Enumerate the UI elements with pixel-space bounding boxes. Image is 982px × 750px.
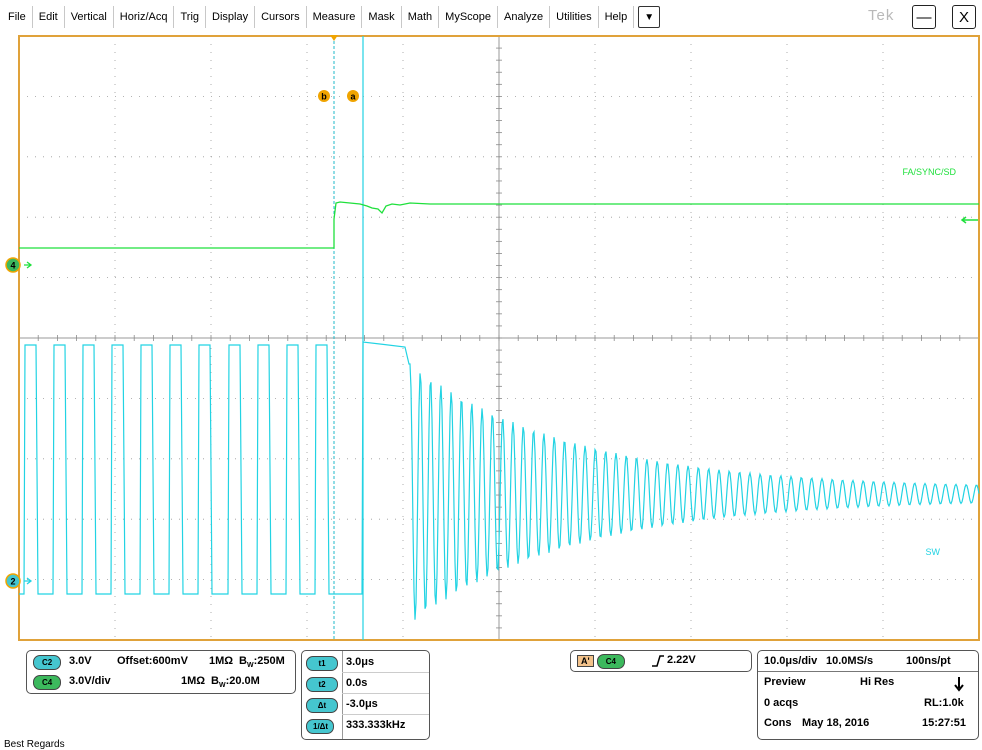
acq-time: 15:27:51 — [922, 717, 967, 729]
acq-type: Hi Res — [860, 676, 895, 688]
ch4-marker-label: 4 — [10, 261, 15, 271]
ch4-bw-prefix: B — [211, 675, 219, 687]
cursor-delta-badge[interactable]: Δt — [306, 698, 338, 713]
menu-trig[interactable]: Trig — [174, 6, 207, 28]
record-length: RL:1.0k — [924, 697, 964, 709]
menu-display[interactable]: Display — [206, 6, 256, 28]
acq-mode: Preview — [764, 676, 806, 688]
cursor-b-label: b — [321, 92, 327, 102]
trigger-mode-badge[interactable]: A' — [577, 655, 594, 667]
close-button[interactable]: X — [952, 5, 976, 29]
ch2-marker-label: 2 — [10, 577, 15, 587]
ch4-arrow-icon — [24, 261, 33, 269]
tek-logo: Tek — [868, 7, 895, 24]
cursor-inverse-delta-value: 333.333kHz — [346, 719, 406, 731]
trigger-position-icon — [330, 35, 338, 41]
menu-analyze[interactable]: Analyze — [498, 6, 551, 28]
cursor-readout-panel[interactable]: t1 3.0μs t2 0.0s Δt -3.0μs 1/Δt 333.333k… — [301, 650, 430, 740]
ch2-arrow-icon — [24, 577, 33, 585]
menu-cursors[interactable]: Cursors — [255, 6, 307, 28]
ch2-badge[interactable]: C2 — [33, 655, 62, 670]
waveform-canvas: b a 4 2 FA/SYNC/SD SW — [5, 35, 980, 641]
ch4-bandwidth: BW:20.0M — [211, 675, 260, 689]
trigger-level: 2.22V — [667, 654, 696, 666]
ch4-badge[interactable]: C4 — [33, 675, 62, 690]
acq-date: May 18, 2016 — [802, 717, 870, 729]
channel-settings-panel[interactable]: C2 3.0V Offset:600mV 1MΩ BW:250M C4 3.0V… — [26, 650, 296, 694]
menu-math[interactable]: Math — [402, 6, 440, 28]
menu: File Edit Vertical Horiz/Acq Trig Displa… — [2, 6, 661, 28]
acq-count: 0 acqs — [764, 697, 799, 709]
menu-vertical[interactable]: Vertical — [65, 6, 114, 28]
cursor-t2-badge[interactable]: t2 — [306, 677, 338, 692]
menu-edit[interactable]: Edit — [33, 6, 65, 28]
rising-edge-icon — [652, 655, 664, 667]
ch2-trace-label: SW — [926, 547, 941, 557]
down-arrow-icon — [954, 677, 964, 692]
minimize-button[interactable]: — — [912, 5, 936, 29]
menu-bar: File Edit Vertical Horiz/Acq Trig Displa… — [0, 0, 982, 34]
menu-myscope[interactable]: MyScope — [439, 6, 499, 28]
trigger-source-badge[interactable]: C4 — [596, 654, 625, 669]
menu-help[interactable]: Help — [599, 6, 635, 28]
sample-rate: 10.0MS/s — [826, 655, 874, 667]
cursor-t1-badge[interactable]: t1 — [306, 656, 338, 671]
ch4-impedance: 1MΩ — [181, 675, 206, 687]
menu-file[interactable]: File — [2, 6, 33, 28]
cursor-inverse-delta-badge[interactable]: 1/Δt — [306, 719, 334, 734]
ch2-bandwidth: BW:250M — [239, 655, 285, 669]
footer-text: Best Regards — [4, 739, 65, 750]
resolution: 100ns/pt — [906, 655, 951, 667]
cursor-t2-value: 0.0s — [346, 677, 368, 689]
trigger-panel[interactable]: A' C4 2.22V — [570, 650, 752, 672]
menu-utilities[interactable]: Utilities — [550, 6, 599, 28]
ch2-bw-value: :250M — [253, 655, 285, 667]
ch4-trace-label: FA/SYNC/SD — [902, 167, 956, 177]
ch2-bw-prefix: B — [239, 655, 247, 667]
ch2-bw-sub: W — [246, 662, 254, 670]
timebase: 10.0μs/div — [764, 655, 818, 667]
ch2-impedance: 1MΩ — [209, 655, 234, 667]
trigger-level-arrow-icon — [960, 216, 978, 224]
ch2-scale: 3.0V — [69, 655, 92, 667]
acquisition-panel[interactable]: 10.0μs/div 10.0MS/s 100ns/pt Preview Hi … — [757, 650, 979, 740]
cursor-t1-value: 3.0μs — [346, 656, 375, 668]
ch4-scale: 3.0V/div — [69, 675, 111, 687]
cons-label: Cons — [764, 717, 792, 729]
ch4-bw-sub: W — [218, 682, 226, 690]
menu-horiz-acq[interactable]: Horiz/Acq — [114, 6, 175, 28]
ch2-offset: Offset:600mV — [117, 655, 188, 667]
ch4-bw-value: :20.0M — [225, 675, 260, 687]
menu-dropdown-arrow-icon[interactable]: ▼ — [638, 6, 661, 28]
waveform-display[interactable]: b a 4 2 FA/SYNC/SD SW — [0, 34, 982, 642]
menu-measure[interactable]: Measure — [307, 6, 363, 28]
menu-mask[interactable]: Mask — [362, 6, 402, 28]
cursor-delta-value: -3.0μs — [346, 698, 378, 710]
